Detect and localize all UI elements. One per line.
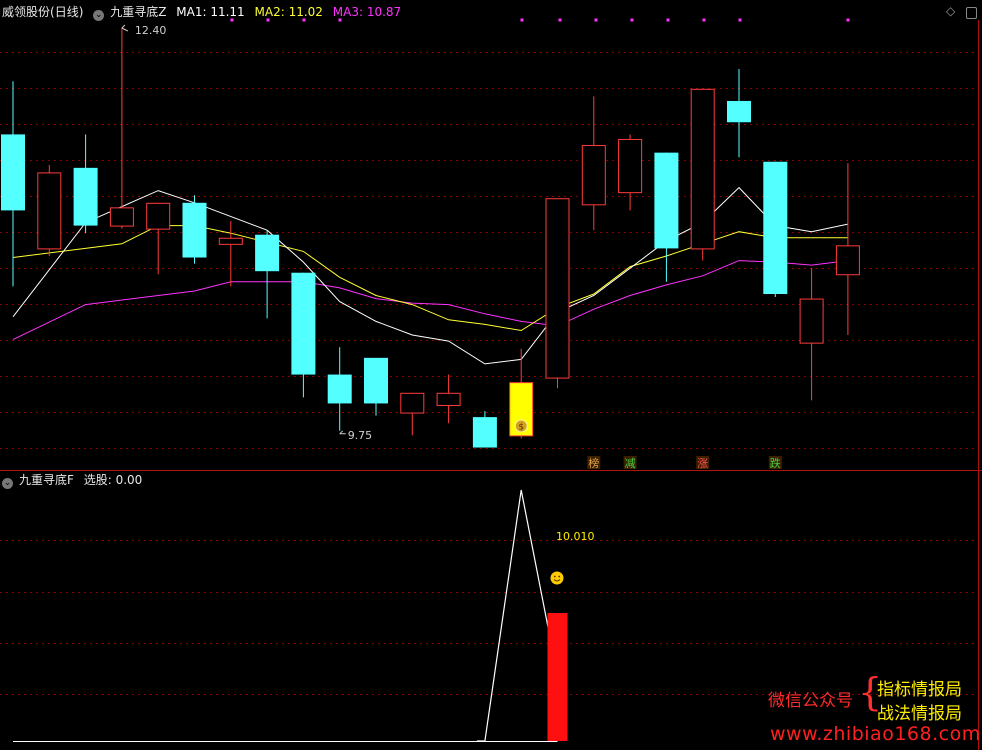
candlesticks[interactable] [1,28,860,448]
signal-label: 减 [625,457,636,470]
dropdown-icon[interactable]: ⌄ [93,10,105,21]
candle [472,411,497,448]
moving-average-lines [12,186,849,365]
top-marker-dot [520,18,524,22]
top-marker-dot [846,18,850,22]
top-marker-dot [702,18,706,22]
candle-body [255,234,280,272]
candle [327,347,352,431]
candle [618,134,643,211]
smiley-icon [550,571,564,585]
candle-body [1,134,25,211]
candle-body [472,417,497,448]
ma3-line [12,260,848,341]
period-label: (日线) [50,5,84,19]
candle-body [146,202,171,230]
sub-annotation: 10.010 [556,530,595,543]
sub-indicator-plot: 10.010 [13,489,595,742]
candle-body [37,172,62,250]
kline-chart[interactable]: 10.010 12.40 9.75 $ 榜 减 涨 跌 [0,0,982,750]
dropdown-icon[interactable]: ⌄ [2,478,13,489]
candle-body [690,88,715,250]
candle-body [73,167,98,226]
candle [1,81,25,287]
candle-body [581,145,606,206]
candle-body [799,298,824,344]
candle [218,221,243,287]
candle-body [327,374,352,404]
ma2-label: MA2: 11.02 [254,5,323,19]
candle [109,28,134,229]
stock-name[interactable]: 威领股份 [2,5,50,19]
candle [763,161,788,298]
candle-body [218,237,243,245]
signal-label: 榜 [588,456,599,470]
min-price-label: 9.75 [348,429,373,442]
candle-body [436,392,461,406]
signal-label: 跌 [770,456,781,470]
candle-body [364,357,388,404]
candle-body [545,198,570,379]
candle-body [727,100,751,123]
candle [436,374,461,424]
sub-header: ⌄ 九重寻底F 选股: 0.00 [2,473,148,489]
candle [690,88,715,261]
indicator-name[interactable]: 九重寻底Z [110,5,166,19]
candle [545,198,570,389]
candle [400,392,425,436]
ma2-line [12,225,848,332]
diamond-icon[interactable]: ◇ [946,4,955,18]
candle-body [182,202,207,258]
main-header: 威领股份(日线) ⌄ 九重寻底Z MA1: 11.11 MA2: 11.02 MA… [2,5,407,21]
window-toggle-icon[interactable] [966,7,977,19]
ma3-label: MA3: 10.87 [332,5,402,19]
candle [73,134,98,234]
candle [654,152,679,282]
watermark-wechat: 微信公众号 [768,691,853,711]
signal-label: 涨 [697,457,708,470]
sub-value-label: 选股: 0.00 [83,473,143,487]
sub-indicator-name[interactable]: 九重寻底F [19,473,74,487]
candle-body [835,245,860,276]
candle-body [291,272,316,375]
min-pointer [339,430,346,435]
top-marker-dot [738,18,742,22]
sub-indicator-line [476,489,559,742]
candle [581,96,606,231]
candle [291,272,316,398]
grid-lines [0,20,982,750]
watermark-line-1: 指标情报局 [877,680,962,700]
sub-bar [547,612,568,741]
candle-body [654,152,679,249]
max-pointer [121,24,129,32]
top-marker-dot [666,18,670,22]
ma1-line [12,186,849,365]
candle-body [400,392,425,414]
candle [182,195,207,264]
candle [146,202,171,275]
top-marker-dot [594,18,598,22]
max-price-label: 12.40 [135,24,167,37]
watermark-url: www.zhibiao168.com [770,723,981,745]
candle-body [618,138,643,194]
top-marker-dot [558,18,562,22]
top-marker-dot [630,18,634,22]
candle-body [763,161,788,294]
candle [37,164,62,256]
smiley-eye [558,575,561,578]
candle [255,230,280,319]
ma1-label: MA1: 11.11 [176,5,245,19]
candle [835,163,860,336]
candle-body [109,207,134,227]
candle [799,268,824,401]
candle [364,357,388,416]
candle [727,69,751,158]
money-bag-glyph: $ [518,423,524,433]
watermark-line-2: 战法情报局 [877,704,962,724]
smiley-eye [553,575,556,578]
